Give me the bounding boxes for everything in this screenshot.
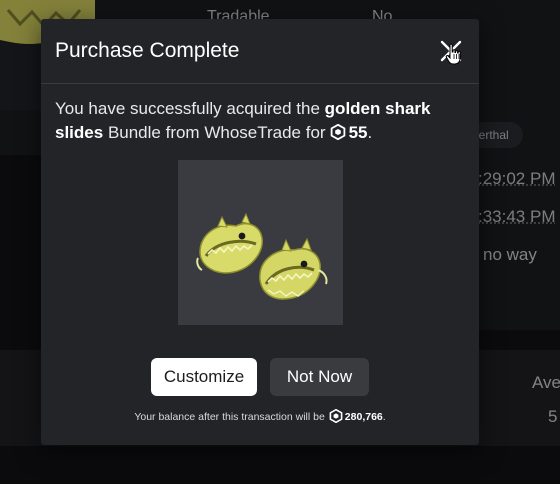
balance-amount: 280,766	[344, 411, 383, 423]
price-value: 55	[348, 123, 368, 142]
close-icon	[440, 40, 462, 62]
purchase-complete-dialog: Purchase Complete You have successfully …	[41, 19, 479, 445]
message-middle: Bundle from WhoseTrade for	[107, 123, 326, 142]
close-button[interactable]	[439, 39, 463, 63]
balance-suffix: .	[382, 411, 386, 423]
dialog-title: Purchase Complete	[55, 39, 240, 62]
purchase-message: You have successfully acquired the golde…	[55, 99, 431, 142]
not-now-button[interactable]: Not Now	[270, 358, 369, 396]
item-thumbnail	[178, 160, 343, 325]
balance-notice: Your balance after this transaction will…	[41, 409, 479, 423]
robux-icon	[330, 124, 345, 140]
robux-icon	[329, 409, 343, 423]
message-prefix: You have successfully acquired the	[55, 99, 320, 118]
dialog-header: Purchase Complete	[41, 19, 479, 84]
balance-prefix: Your balance after this transaction will…	[134, 411, 325, 423]
customize-button[interactable]: Customize	[151, 358, 257, 396]
